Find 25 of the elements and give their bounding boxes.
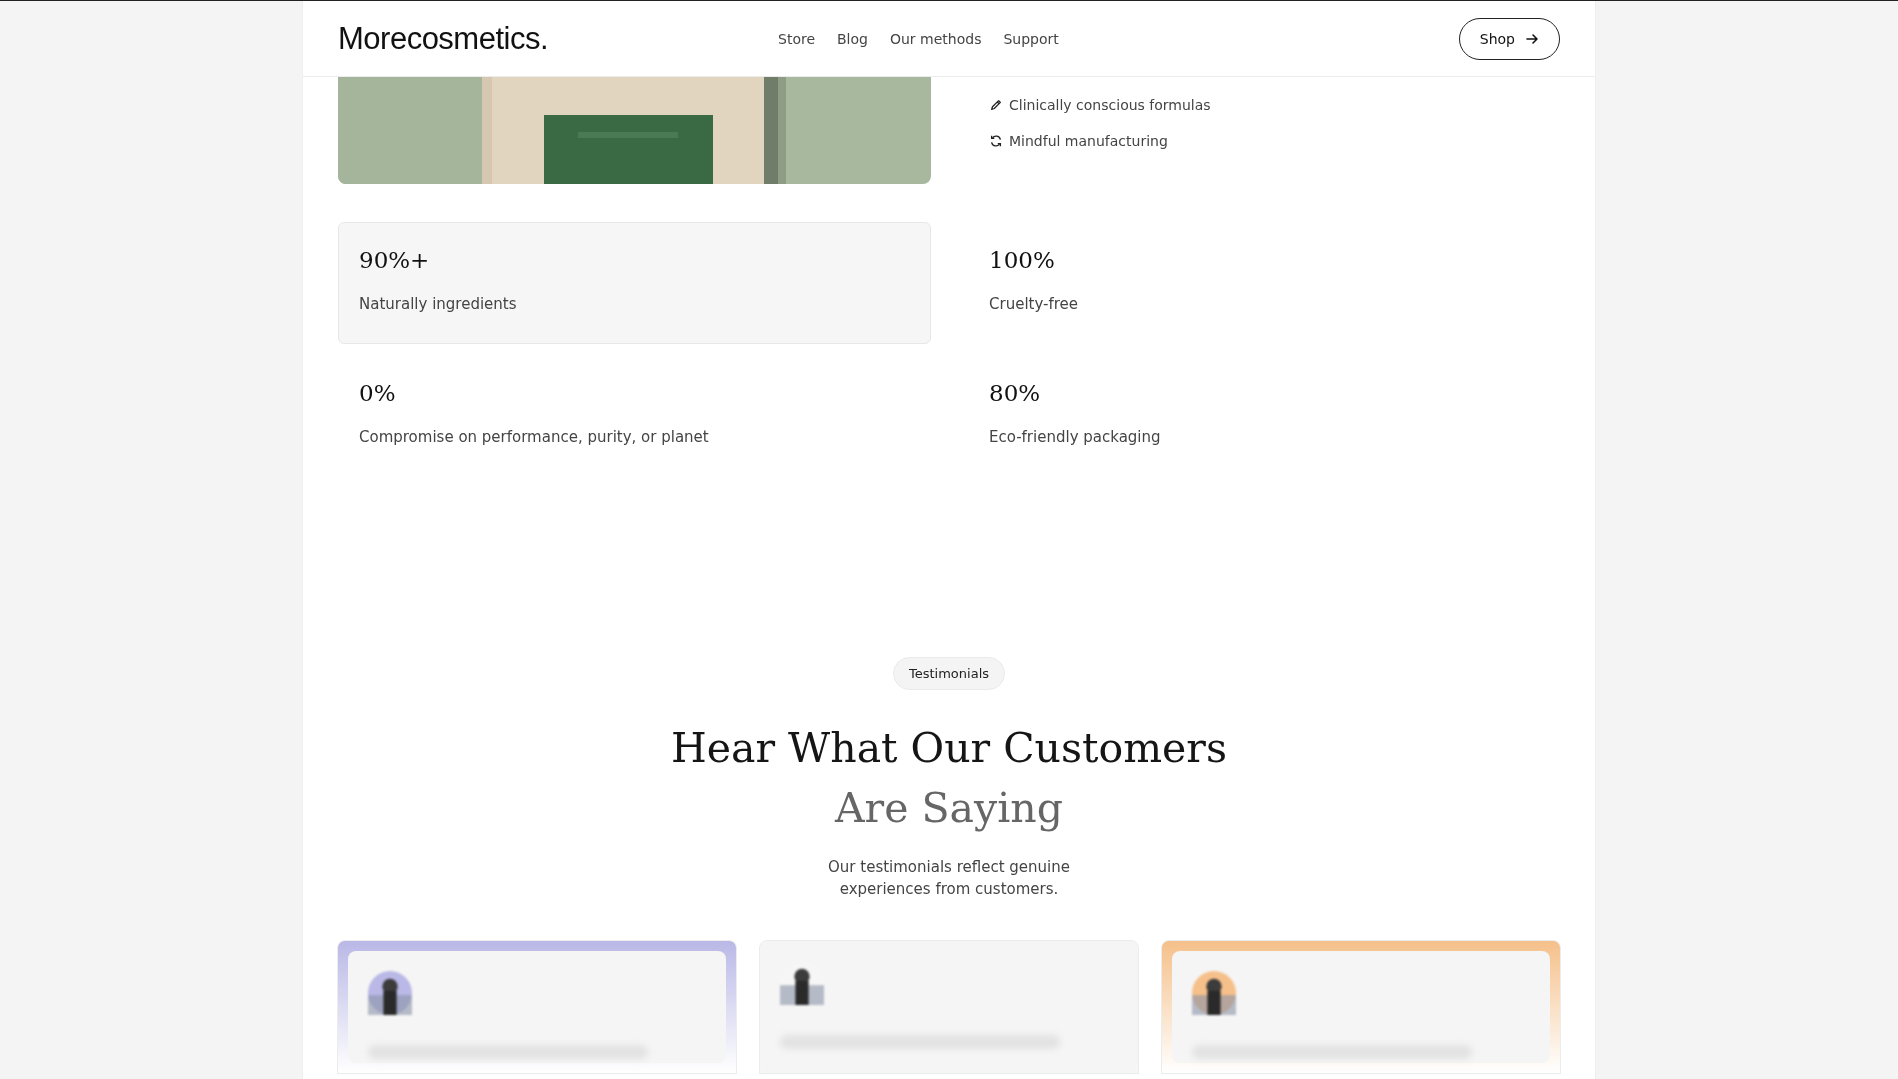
arrow-icon (1525, 31, 1539, 46)
avatar-icon (368, 971, 412, 1015)
stat-label: Naturally ingredients (359, 295, 518, 313)
section-heading: Hear What Our Customers (671, 723, 1227, 774)
brand-logo[interactable]: Morecosmetics. (338, 20, 778, 57)
section-badge: Testimonials (893, 657, 1005, 690)
stat-value: 100% (989, 247, 1056, 273)
stat-value: 90%+ (359, 247, 431, 273)
stat-value: 80% (989, 380, 1042, 406)
pencil-icon (989, 98, 1003, 112)
section-subtitle: Our testimonials reflect genuine experiences from customers. (827, 857, 1071, 900)
avatar-icon (1192, 971, 1236, 1015)
section-heading: Are Saying (835, 783, 1063, 834)
feature-text: Clinically conscious formulas (1009, 97, 1211, 113)
stat-label: Cruelty-free (989, 295, 1080, 313)
nav-link[interactable]: Our methods (889, 30, 982, 47)
feature-text: Mindful manufacturing (1009, 133, 1168, 149)
stat-value: 0% (359, 380, 397, 406)
nav-link[interactable]: Store (778, 30, 815, 47)
refresh-icon (989, 134, 1003, 148)
stat-label: Compromise on performance, purity, or planet (359, 428, 710, 446)
nav-link[interactable]: Blog (837, 30, 868, 47)
shop-button[interactable]: Shop (1458, 17, 1560, 60)
stat-label: Eco-friendly packaging (989, 428, 1162, 446)
nav-link[interactable]: Support (1003, 30, 1059, 47)
